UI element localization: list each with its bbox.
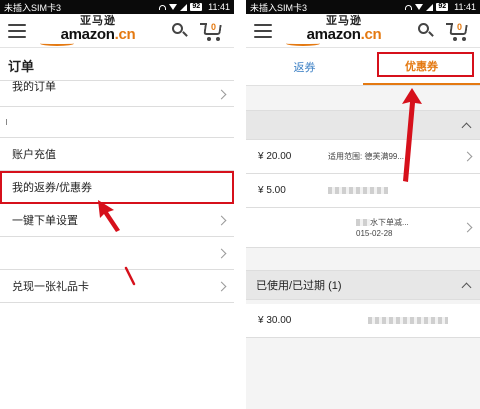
menu-item-label: 账户充值 (12, 149, 56, 161)
cart-icon[interactable]: 0 (446, 20, 472, 42)
carrier-text: 未插入SIM卡3 (250, 2, 308, 13)
coupon-desc: 适用范围: 德芙满99... (328, 152, 405, 161)
account-menu-top: 我的订单 (0, 80, 234, 107)
headset-icon (159, 4, 167, 10)
coupon-desc: 水下单减... (370, 217, 409, 227)
chevron-right-icon (216, 215, 227, 225)
amazon-logo[interactable]: 亚马逊 amazon.cn (272, 15, 416, 46)
menu-item-my-orders[interactable]: 我的订单 (0, 81, 234, 107)
chevron-right-icon (216, 248, 227, 258)
app-header: 亚马逊 amazon.cn 0 (246, 14, 480, 48)
search-icon[interactable] (170, 21, 190, 41)
carrier-text: 未插入SIM卡3 (4, 2, 62, 13)
chevron-right-icon (216, 89, 227, 100)
menu-item-one-click-settings[interactable]: 一键下单设置 (0, 204, 234, 237)
search-icon[interactable] (416, 21, 436, 41)
section-gap (0, 107, 234, 137)
logo-tld: .cn (114, 25, 136, 43)
highlight-box (377, 52, 474, 77)
menu-item-redeem-gift-card[interactable]: 兑现一张礼品卡 (0, 270, 234, 303)
clock: 11:41 (454, 2, 476, 12)
chevron-right-icon (462, 222, 473, 233)
menu-item-my-coupons[interactable]: 我的返券/优惠券 (0, 171, 234, 204)
menu-item-label: 兑现一张礼品卡 (12, 281, 89, 293)
logo-en: amazon (306, 25, 361, 43)
account-menu: 账户充值 我的返券/优惠券 一键下单设置 兑现一张礼品卡 (0, 137, 234, 303)
coupon-row[interactable]: 水下单减... 015-02-28 (246, 208, 480, 248)
clock: 11:41 (208, 2, 230, 12)
coupon-amount: ¥ 30.00 (258, 315, 292, 326)
wifi-icon (169, 4, 178, 10)
menu-item-blank[interactable] (0, 237, 234, 270)
signal-icon (180, 3, 188, 11)
chevron-up-icon (461, 122, 472, 132)
tab-coupon[interactable]: 优惠券 (363, 48, 480, 85)
tab-label: 返券 (293, 61, 316, 74)
right-screen: 未插入SIM卡3 92 11:41 亚马逊 amazon.cn 0 返券 优惠券 (246, 0, 480, 409)
logo-en: amazon (60, 25, 115, 43)
cart-count: 0 (211, 21, 217, 32)
left-screen: 未插入SIM卡3 92 11:41 亚马逊 amazon.cn 0 订单 我的订… (0, 0, 234, 409)
amazon-logo[interactable]: 亚马逊 amazon.cn (26, 15, 170, 46)
status-bar: 未插入SIM卡3 92 11:41 (0, 0, 234, 14)
app-header: 亚马逊 amazon.cn 0 (0, 14, 234, 48)
logo-tld: .cn (360, 25, 382, 43)
battery-icon: 92 (436, 3, 449, 11)
headset-icon (405, 4, 413, 10)
coupon-row[interactable]: ¥ 20.00 适用范围: 德芙满99... (246, 140, 480, 174)
menu-item-label: 一键下单设置 (12, 215, 78, 227)
chevron-right-icon (462, 151, 473, 162)
signal-icon (426, 3, 434, 11)
menu-item-label: 我的订单 (12, 81, 56, 93)
wifi-icon (415, 4, 424, 10)
coupon-amount: ¥ 20.00 (258, 151, 292, 162)
coupon-tabs: 返券 优惠券 (246, 48, 480, 86)
status-bar: 未插入SIM卡3 92 11:41 (246, 0, 480, 14)
menu-item-recharge[interactable]: 账户充值 (0, 138, 234, 171)
battery-icon: 92 (190, 3, 203, 11)
menu-icon[interactable] (254, 23, 272, 38)
coupon-expiry: 015-02-28 (356, 228, 393, 238)
section-title: 订单 (8, 59, 35, 74)
menu-item-label: 我的返券/优惠券 (12, 182, 93, 194)
coupon-row[interactable]: ¥ 5.00 (246, 174, 480, 208)
active-coupons-header[interactable] (246, 110, 480, 140)
used-coupon-row[interactable]: ¥ 30.00 (246, 304, 480, 338)
cart-icon[interactable]: 0 (200, 20, 226, 42)
tab-rebate[interactable]: 返券 (246, 48, 363, 85)
used-expired-header[interactable]: 已使用/已过期 (1) (246, 270, 480, 300)
coupon-amount: ¥ 5.00 (258, 185, 286, 196)
chevron-up-icon (461, 282, 472, 292)
section-label: 已使用/已过期 (1) (256, 280, 342, 292)
menu-icon[interactable] (8, 23, 26, 38)
cart-count: 0 (457, 21, 463, 32)
chevron-right-icon (216, 281, 227, 291)
